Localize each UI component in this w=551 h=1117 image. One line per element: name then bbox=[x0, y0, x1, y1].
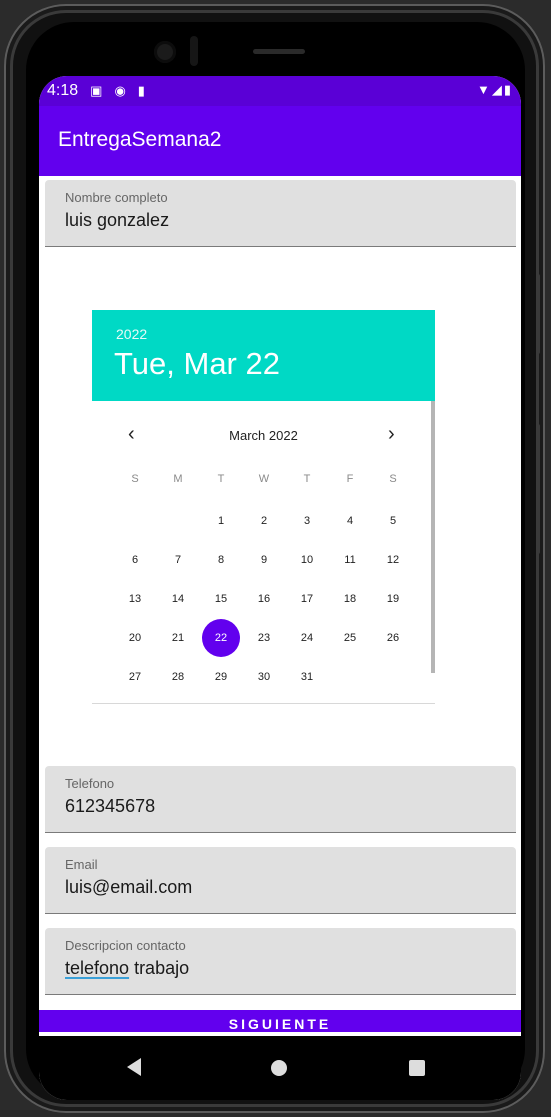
picker-year[interactable]: 2022 bbox=[116, 326, 147, 342]
calendar-day[interactable]: 8 bbox=[202, 541, 240, 579]
system-nav-bar bbox=[39, 1036, 521, 1100]
descripcion-label: Descripcion contacto bbox=[65, 938, 186, 953]
status-time: 4:18 bbox=[47, 82, 79, 99]
calendar-day[interactable]: 10 bbox=[288, 541, 326, 579]
app-bar: EntregaSemana2 bbox=[39, 106, 521, 176]
volume-button bbox=[536, 424, 540, 554]
weekday-label: T bbox=[303, 473, 311, 485]
back-icon[interactable] bbox=[127, 1058, 141, 1076]
status-right-icons: ▼◢▮ bbox=[477, 82, 513, 98]
email-field[interactable]: Email luis@email.com bbox=[45, 847, 516, 914]
calendar-day[interactable]: 14 bbox=[159, 580, 197, 618]
calendar-day[interactable]: 25 bbox=[331, 619, 369, 657]
phone-frame: 4:18 ▣ ◉ ▮ ▼◢▮ EntregaSemana2 Nombre com… bbox=[4, 4, 545, 1113]
calendar-day[interactable]: 18 bbox=[331, 580, 369, 618]
home-icon[interactable] bbox=[271, 1060, 287, 1076]
calendar-day[interactable]: 16 bbox=[245, 580, 283, 618]
calendar-day[interactable]: 21 bbox=[159, 619, 197, 657]
calendar-day[interactable]: 3 bbox=[288, 502, 326, 540]
sync-icon: ◉ bbox=[114, 83, 126, 98]
descripcion-value: telefono trabajo bbox=[65, 958, 189, 979]
siguiente-button[interactable]: SIGUIENTE bbox=[39, 1010, 521, 1032]
date-picker-header: 2022 Tue, Mar 22 bbox=[92, 310, 435, 401]
recent-apps-icon[interactable] bbox=[409, 1060, 425, 1076]
descripcion-value-rest: trabajo bbox=[129, 958, 190, 978]
app-title: EntregaSemana2 bbox=[58, 128, 222, 151]
calendar-day[interactable]: 5 bbox=[374, 502, 412, 540]
picker-divider bbox=[92, 703, 435, 704]
calendar-day[interactable]: 27 bbox=[116, 658, 154, 696]
weekday-label: T bbox=[217, 473, 225, 485]
sim-card-icon: ▣ bbox=[90, 83, 103, 98]
calendar-day[interactable]: 2 bbox=[245, 502, 283, 540]
weekday-label: M bbox=[173, 473, 183, 485]
battery-icon: ▮ bbox=[503, 82, 513, 97]
power-button bbox=[536, 274, 540, 354]
telefono-value: 612345678 bbox=[65, 796, 156, 816]
nombre-value: luis gonzalez bbox=[65, 210, 170, 230]
sensor bbox=[190, 36, 198, 66]
nombre-label: Nombre completo bbox=[65, 190, 168, 205]
email-label: Email bbox=[65, 857, 98, 872]
weekday-label: S bbox=[131, 473, 139, 485]
descripcion-field[interactable]: Descripcion contacto telefono trabajo bbox=[45, 928, 516, 995]
calendar-day[interactable]: 9 bbox=[245, 541, 283, 579]
calendar-day-selected[interactable]: 22 bbox=[202, 619, 240, 657]
telefono-label: Telefono bbox=[65, 776, 115, 791]
next-month-icon[interactable]: › bbox=[388, 423, 395, 446]
calendar-day[interactable]: 4 bbox=[331, 502, 369, 540]
calendar-day[interactable]: 31 bbox=[288, 658, 326, 696]
weekday-label: F bbox=[346, 473, 354, 485]
calendar-day[interactable]: 15 bbox=[202, 580, 240, 618]
month-label: March 2022 bbox=[229, 428, 298, 443]
date-picker: 2022 Tue, Mar 22 ‹ March 2022 › SMTWTFS1… bbox=[92, 310, 435, 704]
calendar-day[interactable]: 20 bbox=[116, 619, 154, 657]
calendar-day[interactable]: 17 bbox=[288, 580, 326, 618]
calendar-day[interactable]: 12 bbox=[374, 541, 412, 579]
calendar-day[interactable]: 13 bbox=[116, 580, 154, 618]
calendar-day[interactable]: 1 bbox=[202, 502, 240, 540]
calendar-day[interactable]: 30 bbox=[245, 658, 283, 696]
signal-icon: ◢ bbox=[491, 82, 504, 97]
speaker-grille bbox=[253, 49, 305, 54]
front-camera bbox=[154, 41, 176, 63]
calendar-day[interactable]: 6 bbox=[116, 541, 154, 579]
telefono-field[interactable]: Telefono 612345678 bbox=[45, 766, 516, 833]
calendar-day[interactable]: 23 bbox=[245, 619, 283, 657]
calendar-day[interactable]: 28 bbox=[159, 658, 197, 696]
weekday-label: S bbox=[389, 473, 397, 485]
calendar-day[interactable]: 29 bbox=[202, 658, 240, 696]
email-value: luis@email.com bbox=[65, 877, 193, 897]
wifi-icon: ▼ bbox=[476, 82, 492, 97]
calendar-day[interactable]: 11 bbox=[331, 541, 369, 579]
calendar-day[interactable]: 24 bbox=[288, 619, 326, 657]
spellcheck-word: telefono bbox=[65, 958, 130, 978]
nombre-field[interactable]: Nombre completo luis gonzalez bbox=[45, 180, 516, 247]
calendar-day[interactable]: 26 bbox=[374, 619, 412, 657]
sd-card-icon: ▮ bbox=[137, 83, 145, 98]
calendar-grid: ‹ March 2022 › S M T W T F S 1 2 3 4 5 6 7 8 9 10 11 12 13 1… bbox=[92, 401, 435, 704]
calendar-day[interactable]: 7 bbox=[159, 541, 197, 579]
weekday-label: W bbox=[258, 473, 270, 485]
picker-selected-date: Tue, Mar 22 bbox=[114, 346, 280, 381]
screen: 4:18 ▣ ◉ ▮ ▼◢▮ EntregaSemana2 Nombre com… bbox=[39, 76, 521, 1100]
calendar-scrollbar[interactable] bbox=[431, 401, 435, 673]
calendar-day[interactable]: 19 bbox=[374, 580, 412, 618]
status-bar: 4:18 ▣ ◉ ▮ ▼◢▮ bbox=[39, 76, 521, 106]
